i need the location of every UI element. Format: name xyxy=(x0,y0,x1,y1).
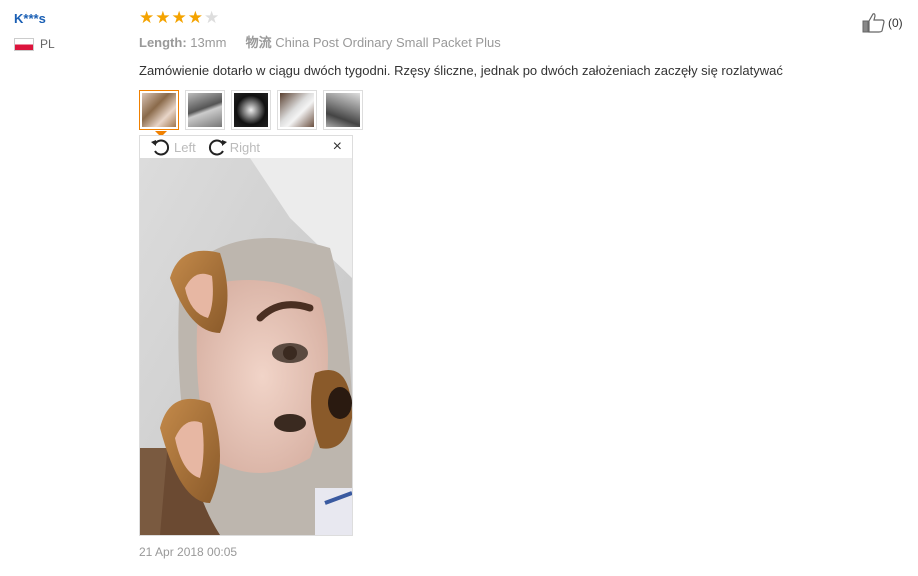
close-viewer-button[interactable]: × xyxy=(333,138,342,156)
product-attributes: Length: 13mm 物流 China Post Ordinary Smal… xyxy=(139,34,879,52)
length-label: Length: xyxy=(139,35,187,50)
star-empty-icon: ★ xyxy=(204,8,220,27)
rotate-right-label: Right xyxy=(229,139,261,155)
review-body: ★ ★ ★ ★ ★ Length: 13mm 物流 China Post Ord… xyxy=(139,8,879,137)
helpful-count: (0) xyxy=(888,16,903,30)
length-value: 13mm xyxy=(190,35,227,50)
shipping-label: 物流 xyxy=(245,35,272,50)
review-date: 21 Apr 2018 00:05 xyxy=(139,545,238,559)
star-rating: ★ ★ ★ ★ ★ xyxy=(139,8,879,28)
rotate-left-label: Left xyxy=(174,139,196,155)
rotate-left-button[interactable]: Left xyxy=(150,137,196,157)
rotate-right-button[interactable]: Right xyxy=(206,137,260,157)
shipping-value: China Post Ordinary Small Packet Plus xyxy=(275,35,501,50)
country-code: PL xyxy=(40,37,55,51)
review-photo xyxy=(140,158,352,535)
poland-flag-icon xyxy=(14,37,34,51)
photo-thumbnail[interactable] xyxy=(277,90,317,130)
photo-thumbnail[interactable] xyxy=(323,90,363,130)
star-full-icon: ★ xyxy=(139,8,155,27)
rotate-right-icon xyxy=(208,139,227,156)
rotate-left-icon xyxy=(151,139,169,156)
viewer-toolbar: Left Right × xyxy=(140,136,352,158)
review-photo-image xyxy=(140,158,352,535)
photo-viewer: Left Right × xyxy=(139,135,353,536)
star-full-icon: ★ xyxy=(171,8,187,27)
photo-thumbnail[interactable] xyxy=(231,90,271,130)
photo-thumbnail[interactable] xyxy=(139,90,179,130)
review-photo-thumbnails xyxy=(139,90,879,137)
star-full-icon: ★ xyxy=(155,8,171,27)
photo-thumbnail[interactable] xyxy=(185,90,225,130)
reviewer-name[interactable]: K***s xyxy=(14,10,124,28)
review-text: Zamówienie dotarło w ciągu dwóch tygodni… xyxy=(139,63,783,78)
reviewer-country: PL xyxy=(14,37,124,51)
star-full-icon: ★ xyxy=(187,8,203,27)
reviewer-info: K***s PL xyxy=(14,10,124,51)
